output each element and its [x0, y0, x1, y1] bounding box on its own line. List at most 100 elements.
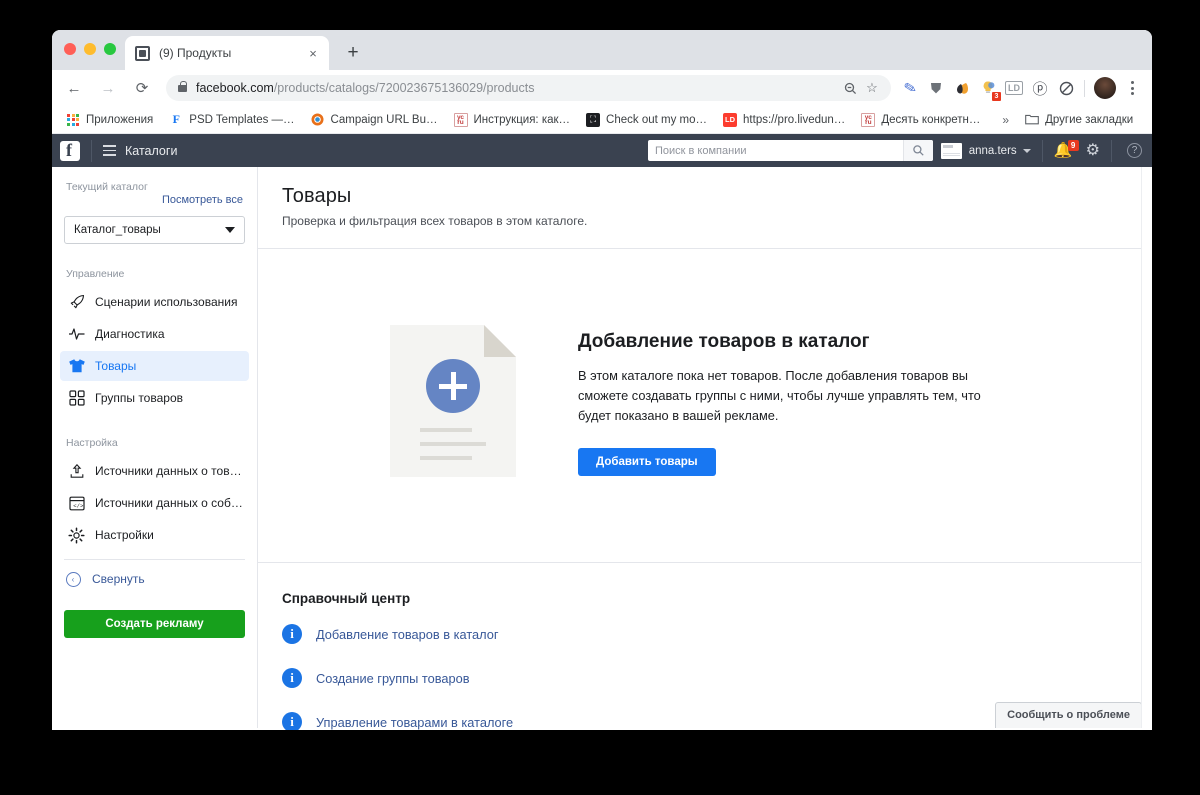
help-link-row[interactable]: i Добавление товаров в каталог [282, 624, 1128, 644]
extensions-row: ✎ ⛊ 3 LD ⓟ [897, 75, 1144, 101]
pinterest-extension-icon[interactable]: ⓟ [1027, 75, 1053, 101]
code-window-glyph: </> [68, 496, 85, 510]
bookmark-instrukciya[interactable]: ус ru Инструкция: как… [452, 109, 579, 131]
gear-glyph [68, 526, 85, 544]
user-avatar[interactable] [1094, 77, 1116, 99]
facebook-logo[interactable] [60, 140, 80, 161]
pulse-icon [66, 327, 87, 341]
maximize-window-button[interactable] [104, 43, 116, 55]
close-icon[interactable]: × [305, 45, 321, 61]
browser-toolbar: ← → ⟳ facebook.com/products/catalogs/720… [52, 70, 1152, 106]
bookmark-apps[interactable]: Приложения [64, 109, 161, 131]
zoom-out-glyph [844, 82, 856, 94]
sidebar-item-use-cases[interactable]: Сценарии использования [60, 287, 249, 317]
empty-state-heading: Добавление товаров в каталог [578, 331, 870, 353]
lock-icon [178, 80, 187, 92]
apps-grid-icon [66, 113, 80, 127]
tab-strip: (9) Продукты × + [52, 30, 1152, 70]
bookmark-campaign-url-builder[interactable]: Campaign URL Bu… [309, 109, 446, 131]
pulse-glyph [68, 328, 84, 340]
main-content: Товары Проверка и фильтрация всех товаро… [258, 167, 1152, 730]
notifications-button[interactable]: 🔔 9 [1054, 139, 1079, 162]
window-controls [64, 43, 116, 55]
reload-icon[interactable]: ⟳ [128, 74, 156, 102]
catalog-select-value: Каталог_товары [74, 224, 161, 236]
bookmark-star-icon[interactable]: ☆ [861, 77, 883, 99]
report-problem-button[interactable]: Сообщить о проблеме [995, 702, 1142, 728]
search-input[interactable] [648, 144, 903, 157]
url-path: /products/catalogs/720023675136029/produ… [273, 81, 535, 95]
account-switcher[interactable]: anna.ters [940, 142, 1031, 159]
hamburger-icon[interactable] [103, 145, 116, 156]
notification-count: 9 [1067, 139, 1079, 151]
sidebar-item-product-data-sources[interactable]: Источники данных о тов… [60, 456, 249, 486]
chrome-glyph [311, 113, 324, 126]
gear-icon[interactable]: ⚙ [1086, 142, 1100, 159]
bookmark-label: Десять конкретн… [881, 113, 981, 126]
back-icon[interactable]: ← [60, 74, 88, 102]
code-window-icon: </> [66, 496, 87, 511]
catalog-select[interactable]: Каталог_товары [64, 216, 245, 244]
minimize-window-button[interactable] [84, 43, 96, 55]
help-link-label: Добавление товаров в каталог [316, 626, 499, 642]
search-glyph [913, 145, 924, 156]
help-link-row[interactable]: i Создание группы товаров [282, 668, 1128, 688]
browser-window: (9) Продукты × + ← → ⟳ facebook.com/prod… [52, 30, 1152, 730]
view-all-link[interactable]: Посмотреть все [52, 194, 257, 206]
kebab-menu-icon[interactable] [1120, 75, 1144, 101]
bookmark-pro-livedune[interactable]: LD https://pro.livedun… [721, 109, 853, 131]
chrome-icon [311, 113, 325, 127]
facebook-topbar: Каталоги anna.ters 🔔 9 ⚙ [52, 134, 1152, 167]
scroll-gutter[interactable] [1141, 167, 1152, 728]
main-title: Товары [282, 185, 352, 207]
help-link-label: Управление товарами в каталоге [316, 714, 514, 730]
livedune-extension-icon[interactable]: LD [1001, 75, 1027, 101]
sidebar-item-event-data-sources[interactable]: </> Источники данных о соб… [60, 488, 249, 518]
pen-extension-icon[interactable]: ✎ [897, 75, 923, 101]
adblock-extension-icon[interactable] [1053, 75, 1079, 101]
sidebar-item-product-sets[interactable]: Группы товаров [60, 383, 249, 413]
bookmarks-bar: Приложения F PSD Templates —… Campaign U… [52, 106, 1152, 134]
topbar-divider [91, 139, 92, 162]
lightbulb-extension-icon[interactable]: 3 [975, 75, 1001, 101]
forward-icon[interactable]: → [94, 74, 122, 102]
facebook-icon: F [172, 112, 180, 126]
new-tab-button[interactable]: + [339, 39, 367, 67]
bookmark-desyat-konkretn[interactable]: ус ru Десять конкретн… [859, 109, 988, 131]
grid-icon [66, 390, 87, 406]
bookmark-check-out-my-mo[interactable]: ⛶ Check out my mo… [584, 109, 715, 131]
chevron-down-icon [225, 227, 235, 233]
create-ad-button[interactable]: Создать рекламу [64, 610, 245, 638]
bookmark-label: Другие закладки [1045, 113, 1134, 126]
sidebar-item-settings[interactable]: Настройки [60, 520, 249, 550]
current-catalog-label: Текущий каталог [66, 181, 148, 193]
sidebar-group-label-setup: Настройка [66, 437, 118, 449]
shield-extension-icon[interactable]: ⛊ [923, 75, 949, 101]
add-products-button[interactable]: Добавить товары [578, 447, 716, 476]
topbar-right: anna.ters 🔔 9 ⚙ ? [940, 134, 1142, 167]
question-mark-icon[interactable]: ? [1127, 143, 1142, 158]
address-bar[interactable]: facebook.com/products/catalogs/720023675… [166, 75, 891, 101]
close-window-button[interactable] [64, 43, 76, 55]
account-name: anna.ters [968, 144, 1017, 157]
sidebar-item-products[interactable]: Товары [60, 351, 249, 381]
sidebar-item-diagnostics[interactable]: Диагностика [60, 319, 249, 349]
bookmark-other-bookmarks[interactable]: Другие закладки [1023, 109, 1141, 131]
yc-ru-icon: ус ru [861, 112, 876, 127]
sidebar-collapse-button[interactable]: ‹ Свернуть [60, 564, 249, 594]
browser-tab[interactable]: (9) Продукты × [125, 36, 329, 70]
extension-badge: 3 [992, 92, 1001, 101]
tshirt-glyph [68, 359, 85, 373]
grid-glyph [68, 390, 85, 406]
company-search[interactable] [648, 140, 933, 161]
sidebar-item-label: Группы товаров [95, 391, 183, 405]
help-link-label: Создание группы товаров [316, 670, 470, 686]
honey-extension-icon[interactable] [949, 75, 975, 101]
folder-icon [1025, 113, 1039, 127]
bookmark-psd-templates[interactable]: F PSD Templates —… [167, 109, 302, 131]
sidebar-item-label: Источники данных о соб… [95, 496, 243, 510]
search-icon[interactable] [903, 140, 933, 161]
bookmarks-overflow-button[interactable]: » [994, 113, 1017, 127]
upload-icon [66, 463, 87, 479]
zoom-out-icon[interactable] [839, 77, 861, 99]
